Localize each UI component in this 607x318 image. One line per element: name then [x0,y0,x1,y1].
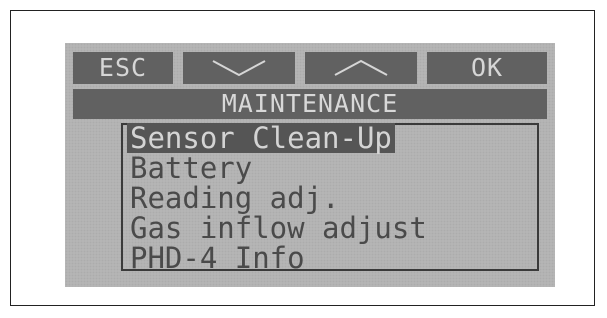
menu-item-reading-adj[interactable]: Reading adj. [127,183,547,213]
lcd-display: ESC OK MAINTENANCE Sensor Clean-Up Batte… [65,43,555,287]
down-softkey[interactable] [183,52,295,84]
chevron-down-icon [212,60,266,77]
chevron-up-icon [334,59,388,76]
menu-item-label: Battery [130,151,253,185]
softkey-bar: ESC OK [73,52,547,86]
menu-item-label: PHD-4 Info [130,241,305,275]
menu-item-sensor-clean-up[interactable]: Sensor Clean-Up [127,123,547,153]
screen-title: MAINTENANCE [73,89,547,119]
menu-item-gas-inflow-adjust[interactable]: Gas inflow adjust [127,213,547,243]
menu-item-label: Gas inflow adjust [130,211,427,245]
menu-item-phd4-info[interactable]: PHD-4 Info [127,243,547,273]
maintenance-menu: Sensor Clean-Up Battery Reading adj. Gas… [127,123,547,273]
esc-softkey[interactable]: ESC [73,52,173,84]
ok-softkey[interactable]: OK [427,52,547,84]
up-softkey[interactable] [305,52,417,84]
menu-item-label: Sensor Clean-Up [127,123,395,153]
menu-item-label: Reading adj. [130,181,340,215]
menu-item-battery[interactable]: Battery [127,153,547,183]
figure-frame: ESC OK MAINTENANCE Sensor Clean-Up Batte… [10,10,595,306]
